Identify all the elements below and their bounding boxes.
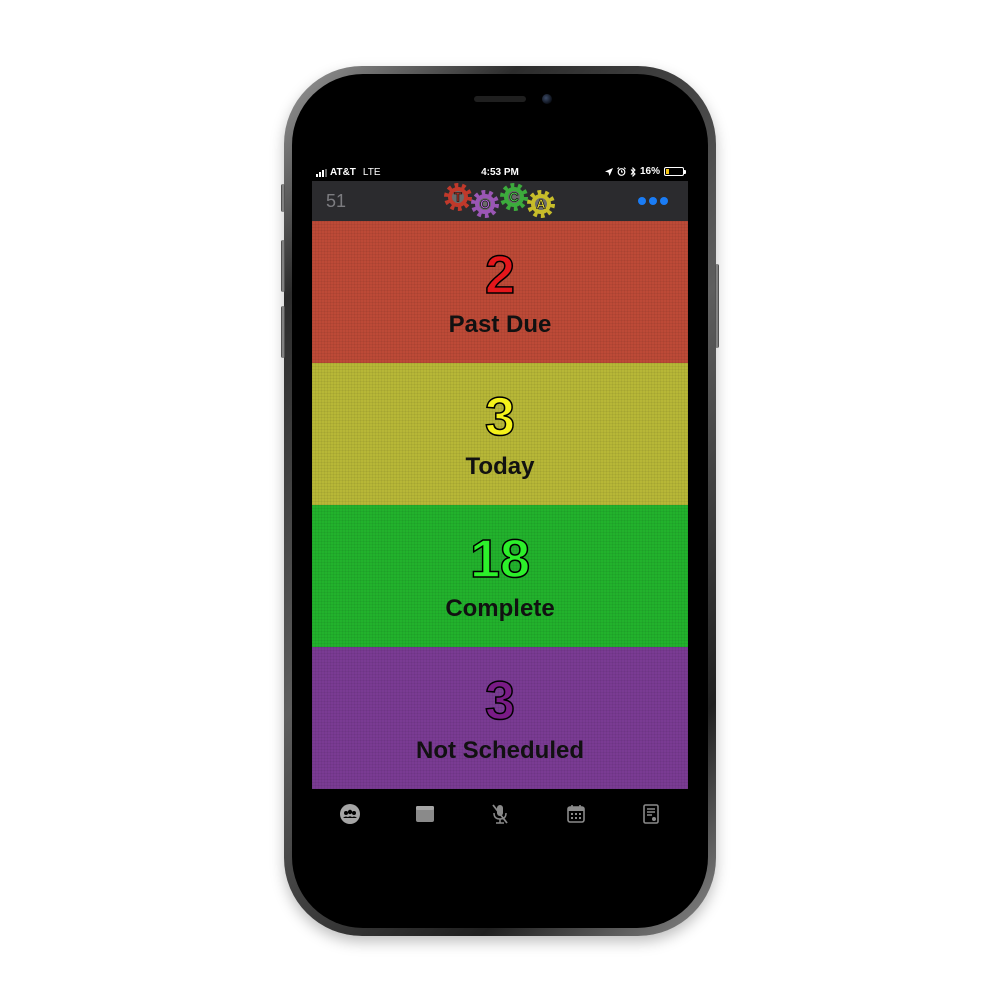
logo-letter-c: C (509, 190, 519, 205)
front-camera (542, 94, 552, 104)
tile-label: Past Due (448, 311, 552, 338)
tile-value: 3 (484, 386, 516, 448)
battery-icon (664, 167, 686, 176)
tile-label: Complete (445, 595, 555, 622)
volume-up-button (281, 240, 285, 292)
document-icon[interactable] (639, 802, 663, 826)
calendar-icon[interactable] (564, 802, 588, 826)
power-button (715, 264, 719, 348)
nav-count[interactable]: 51 (326, 191, 346, 212)
volume-down-button (281, 306, 285, 358)
tile-label: Not Scheduled (415, 737, 584, 764)
tile-value: 2 (484, 244, 516, 306)
battery-percent: 16% (639, 166, 660, 177)
group-icon[interactable] (338, 802, 362, 826)
tab-bar (312, 790, 688, 836)
logo-letter-a: A (536, 197, 546, 212)
tile-complete[interactable]: 18 Complete (312, 505, 688, 647)
speaker-grille (474, 96, 526, 102)
status-bar: AT&T LTE 4:53 PM 16% (312, 164, 688, 180)
muted-microphone-icon[interactable] (488, 802, 512, 826)
tile-not-scheduled[interactable]: 3 Not Scheduled (312, 647, 688, 789)
nav-bar: 51 T O C A (312, 181, 688, 221)
tile-today[interactable]: 3 Today (312, 363, 688, 505)
tile-value: 3 (484, 670, 516, 732)
bluetooth-icon (630, 166, 636, 177)
logo-letter-t: T (454, 190, 462, 205)
logo-letter-o: O (480, 197, 490, 212)
toca-logo: T O C A (440, 182, 560, 220)
tile-label: Today (465, 453, 535, 480)
tile-past-due[interactable]: 2 Past Due (312, 221, 688, 363)
status-right: 16% (604, 166, 686, 177)
tile-value: 18 (469, 528, 531, 590)
ellipsis-icon[interactable] (638, 197, 668, 205)
alarm-icon (617, 167, 626, 176)
side-switch (281, 184, 285, 212)
location-icon (604, 167, 613, 176)
card-icon[interactable] (413, 802, 437, 826)
battery-level (666, 169, 669, 174)
